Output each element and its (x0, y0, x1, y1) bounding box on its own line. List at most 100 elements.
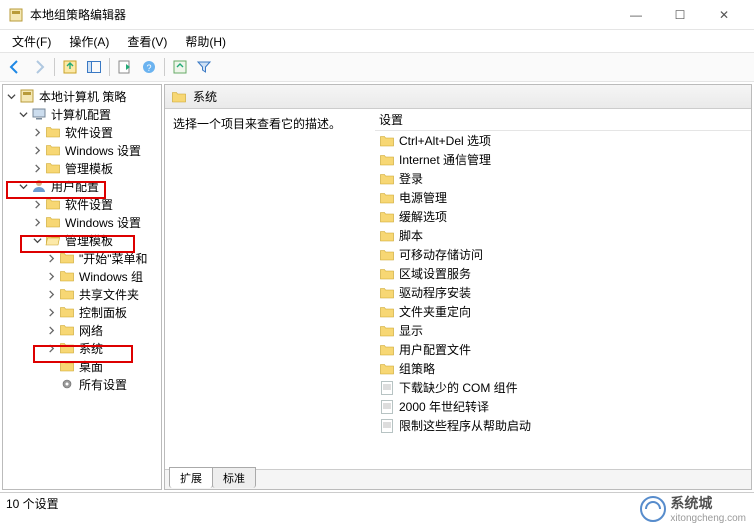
expander-icon[interactable] (45, 288, 57, 300)
list-item[interactable]: 组策略 (375, 359, 751, 378)
list-item[interactable]: 驱动程序安装 (375, 283, 751, 302)
expander-icon[interactable] (17, 180, 29, 192)
menubar: 文件(F) 操作(A) 查看(V) 帮助(H) (0, 30, 754, 52)
tree-label: 所有设置 (77, 375, 129, 394)
folder-icon (379, 304, 395, 320)
tree-item[interactable]: 管理模板 (3, 159, 161, 177)
up-button[interactable] (59, 56, 81, 78)
close-button[interactable]: ✕ (702, 0, 746, 30)
status-text: 10 个设置 (6, 495, 59, 512)
menu-file[interactable]: 文件(F) (4, 31, 59, 52)
list-item[interactable]: 缓解选项 (375, 207, 751, 226)
list-item[interactable]: 显示 (375, 321, 751, 340)
list-item-label: 缓解选项 (399, 208, 447, 225)
tree-item[interactable]: Windows 组 (3, 267, 161, 285)
list-item[interactable]: 电源管理 (375, 188, 751, 207)
tree-item[interactable]: "开始"菜单和 (3, 249, 161, 267)
folder-icon (379, 190, 395, 206)
list-item[interactable]: 限制这些程序从帮助启动 (375, 416, 751, 435)
computer-icon (31, 106, 47, 122)
doc-icon (379, 380, 395, 396)
tree-item[interactable]: 控制面板 (3, 303, 161, 321)
tree-item[interactable]: 桌面 (3, 357, 161, 375)
watermark-url: xitongcheng.com (670, 513, 746, 524)
folder-icon (45, 142, 61, 158)
app-icon (8, 7, 24, 23)
list-item-label: 组策略 (399, 360, 435, 377)
expander-icon[interactable] (45, 324, 57, 336)
expander-icon[interactable] (31, 198, 43, 210)
list-item[interactable]: 区域设置服务 (375, 264, 751, 283)
list-item[interactable]: 用户配置文件 (375, 340, 751, 359)
tree-root[interactable]: 本地计算机 策略 (3, 87, 161, 105)
folder-icon (45, 160, 61, 176)
expander-icon[interactable] (5, 90, 17, 102)
list-item-label: 用户配置文件 (399, 341, 471, 358)
list-item[interactable]: 下载缺少的 COM 组件 (375, 378, 751, 397)
column-header-setting[interactable]: 设置 (375, 109, 751, 131)
folder-icon (379, 342, 395, 358)
properties-button[interactable] (169, 56, 191, 78)
folder-icon (171, 89, 187, 105)
expander-icon[interactable] (31, 144, 43, 156)
tree-item[interactable]: 网络 (3, 321, 161, 339)
list-item[interactable]: 脚本 (375, 226, 751, 245)
back-button[interactable] (4, 56, 26, 78)
tree-computer-config[interactable]: 计算机配置 (3, 105, 161, 123)
filter-button[interactable] (193, 56, 215, 78)
gear-icon (59, 376, 75, 392)
list-item[interactable]: 登录 (375, 169, 751, 188)
svg-text:?: ? (146, 63, 151, 73)
tree-label: 用户配置 (49, 177, 101, 196)
tree-admin-templates[interactable]: 管理模板 (3, 231, 161, 249)
toolbar: ? (0, 52, 754, 82)
settings-list[interactable]: 设置 Ctrl+Alt+Del 选项Internet 通信管理登录电源管理缓解选… (375, 109, 751, 469)
tree-all-settings[interactable]: 所有设置 (3, 375, 161, 393)
tree-user-config[interactable]: 用户配置 (3, 177, 161, 195)
expander-icon[interactable] (17, 108, 29, 120)
folder-icon (379, 285, 395, 301)
tab-extended[interactable]: 扩展 (169, 467, 213, 488)
expander-spacer (45, 378, 57, 390)
tree-item[interactable]: Windows 设置 (3, 141, 161, 159)
tree-item[interactable]: 共享文件夹 (3, 285, 161, 303)
tree-system[interactable]: 系统 (3, 339, 161, 357)
tree-label: 共享文件夹 (77, 285, 141, 304)
list-item-label: 限制这些程序从帮助启动 (399, 417, 531, 434)
show-hide-tree-button[interactable] (83, 56, 105, 78)
expander-icon[interactable] (45, 252, 57, 264)
tree-item[interactable]: 软件设置 (3, 195, 161, 213)
folder-icon (59, 322, 75, 338)
help-button[interactable]: ? (138, 56, 160, 78)
menu-action[interactable]: 操作(A) (61, 31, 117, 52)
list-item[interactable]: Ctrl+Alt+Del 选项 (375, 131, 751, 150)
expander-icon[interactable] (31, 234, 43, 246)
folder-icon (379, 209, 395, 225)
export-button[interactable] (114, 56, 136, 78)
expander-icon[interactable] (31, 126, 43, 138)
tab-standard[interactable]: 标准 (212, 467, 256, 488)
maximize-button[interactable]: ☐ (658, 0, 702, 30)
forward-button[interactable] (28, 56, 50, 78)
folder-icon (59, 340, 75, 356)
tree-pane[interactable]: 本地计算机 策略 计算机配置 软件设置 Windows 设置 管理模板 (2, 84, 162, 490)
tree-label: Windows 设置 (63, 141, 143, 160)
list-item[interactable]: 可移动存储访问 (375, 245, 751, 264)
menu-help[interactable]: 帮助(H) (177, 31, 234, 52)
expander-icon[interactable] (31, 162, 43, 174)
tree-item[interactable]: Windows 设置 (3, 213, 161, 231)
minimize-button[interactable]: — (614, 0, 658, 30)
menu-view[interactable]: 查看(V) (119, 31, 175, 52)
list-item[interactable]: 文件夹重定向 (375, 302, 751, 321)
folder-icon (59, 286, 75, 302)
expander-icon[interactable] (45, 270, 57, 282)
list-item[interactable]: Internet 通信管理 (375, 150, 751, 169)
folder-icon (379, 152, 395, 168)
expander-icon[interactable] (45, 342, 57, 354)
tree-label: 网络 (77, 321, 105, 340)
expander-icon[interactable] (45, 306, 57, 318)
folder-icon (379, 323, 395, 339)
expander-icon[interactable] (31, 216, 43, 228)
tree-item[interactable]: 软件设置 (3, 123, 161, 141)
list-item[interactable]: 2000 年世纪转译 (375, 397, 751, 416)
